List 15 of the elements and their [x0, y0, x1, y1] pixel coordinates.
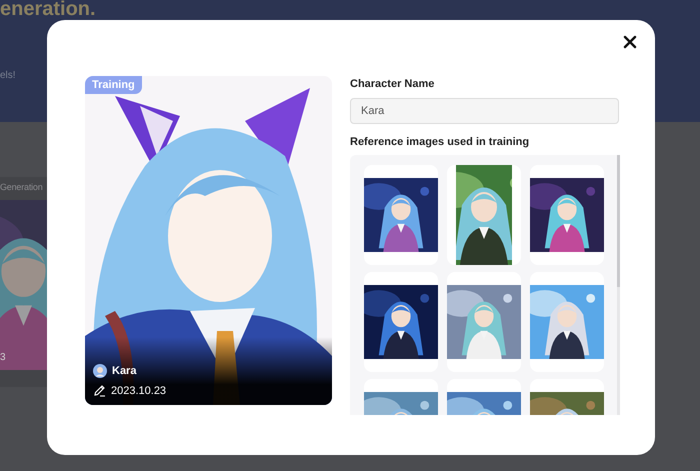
page-heading: eneration. — [0, 0, 97, 20]
close-button[interactable] — [623, 35, 637, 49]
field-label: Character Name — [350, 78, 436, 90]
pencil-icon — [93, 384, 106, 397]
scrollbar[interactable] — [617, 155, 620, 415]
name-field[interactable]: Kara — [350, 98, 619, 124]
character-name: Kara — [112, 365, 136, 377]
close-icon — [623, 35, 637, 49]
status-badge: Training — [85, 76, 142, 94]
card-caption: 3 — [0, 352, 7, 363]
page-subtitle: els! — [0, 70, 17, 81]
card-title: Generation — [0, 182, 44, 192]
avatar-icon — [93, 364, 107, 378]
created-date: 2023.10.23 — [111, 384, 166, 396]
section-label: Reference images used in training — [350, 136, 530, 148]
